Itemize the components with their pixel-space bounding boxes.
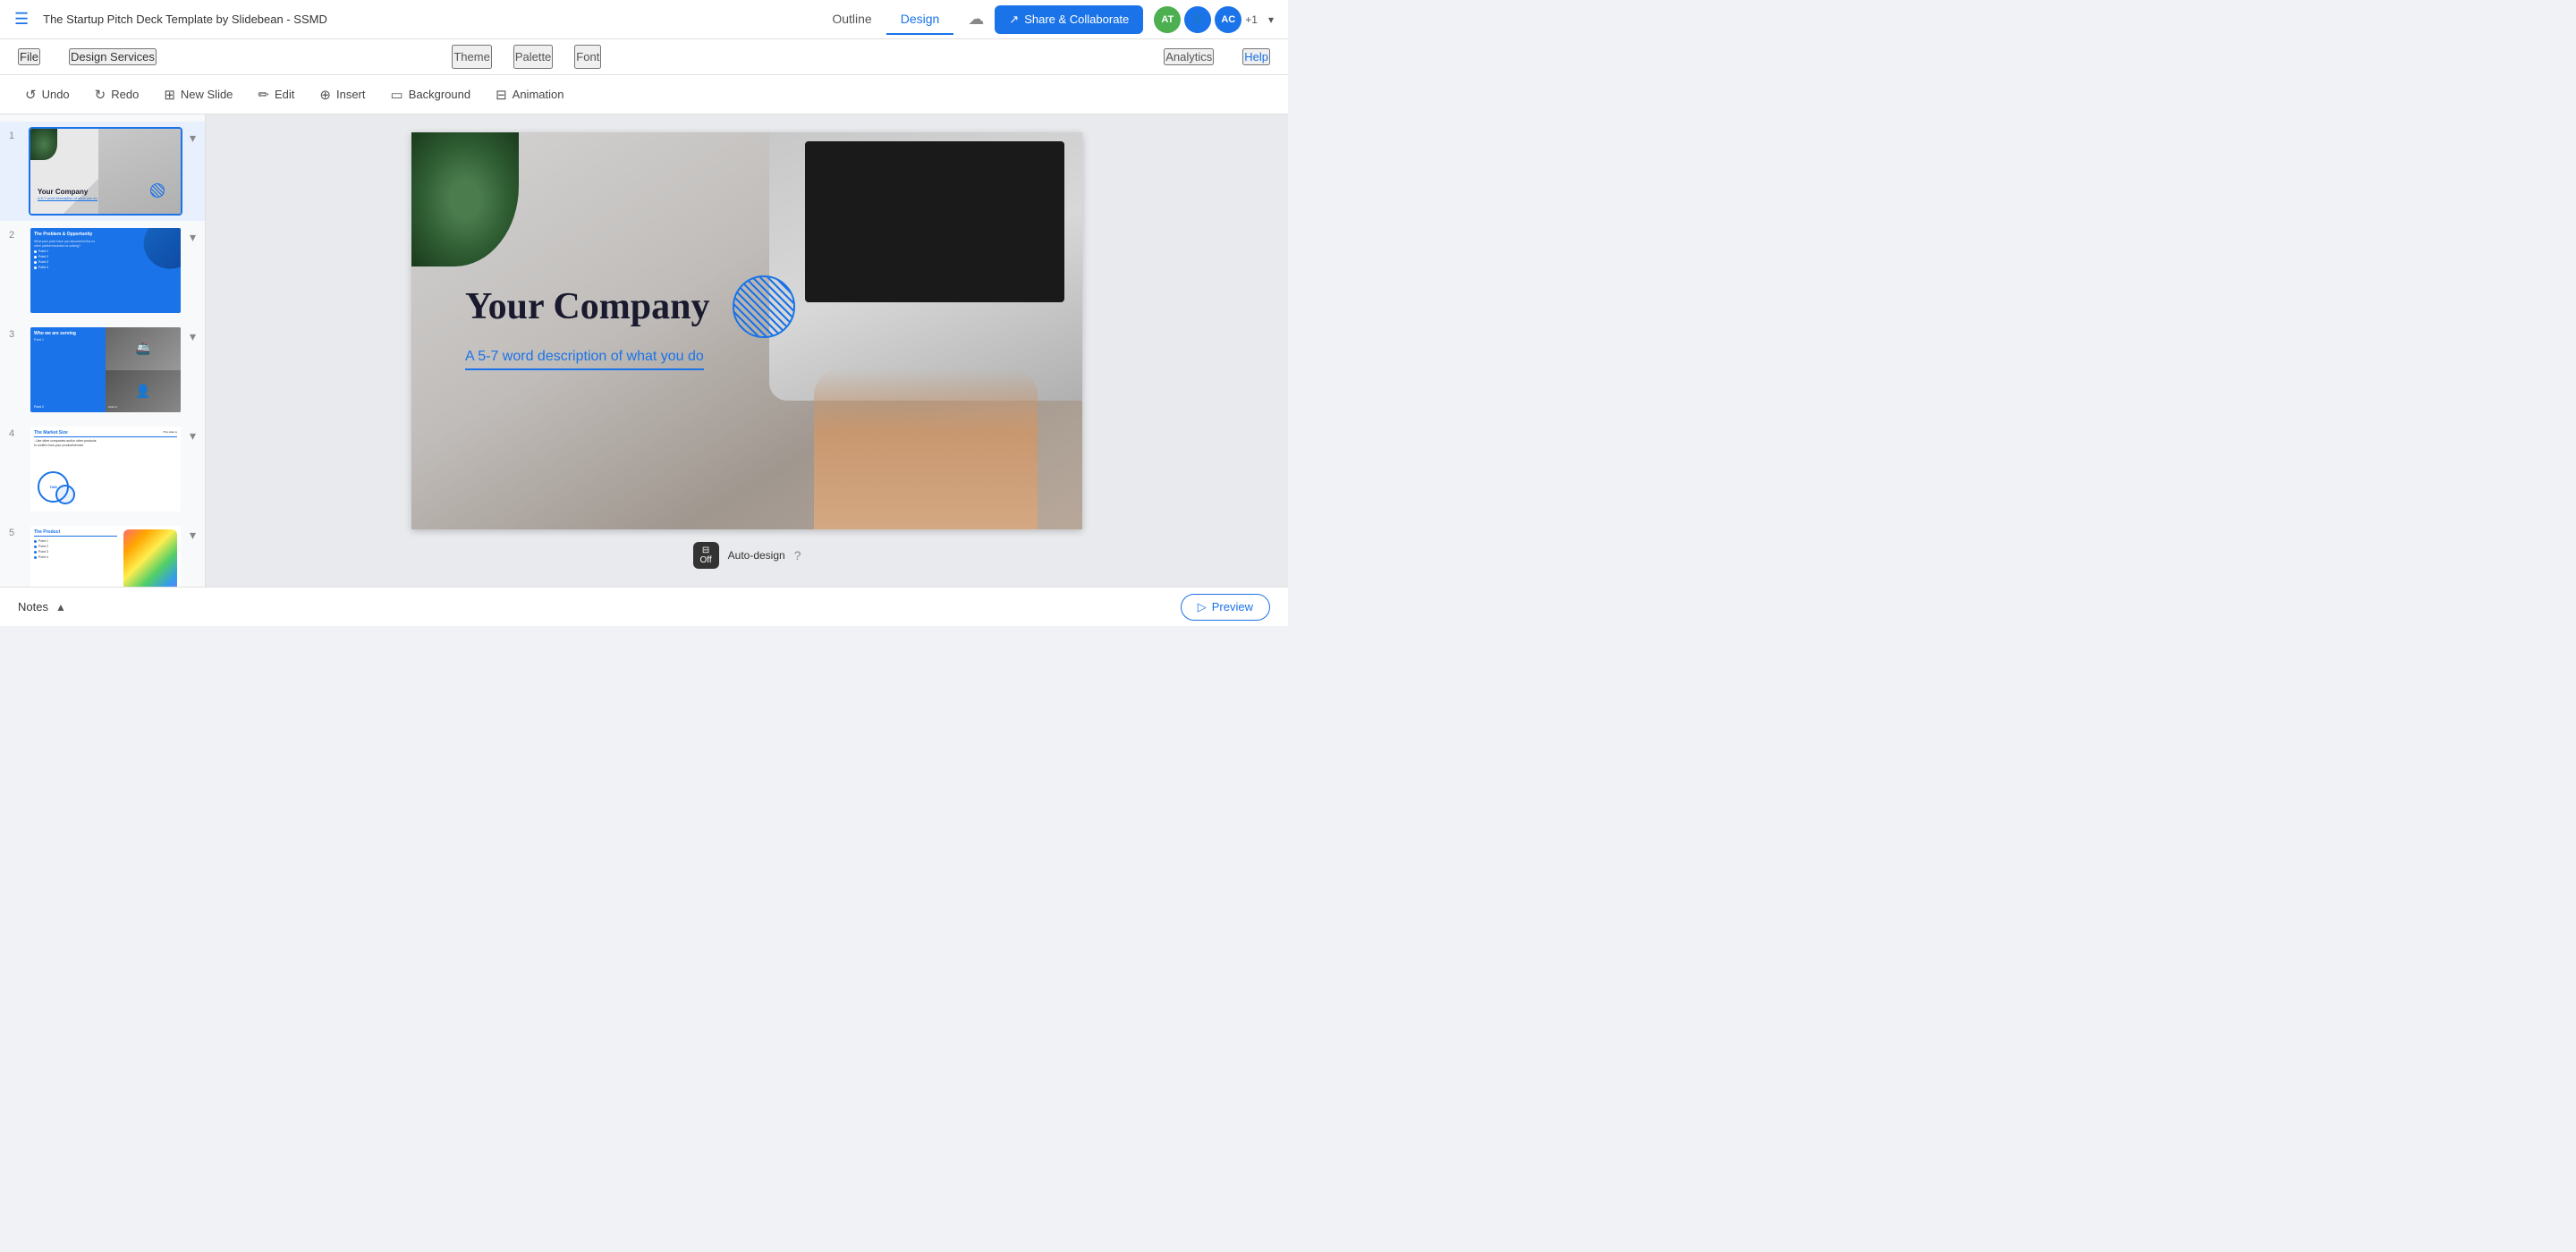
slide-num-2: 2: [9, 230, 21, 241]
redo-button[interactable]: ↻ Redo: [84, 81, 150, 108]
share-icon: ↗: [1009, 13, 1019, 27]
insert-button[interactable]: ⊕ Insert: [309, 81, 376, 108]
insert-icon: ⊕: [319, 87, 331, 103]
slide-num-1: 1: [9, 131, 21, 141]
background-icon: ▭: [391, 87, 403, 103]
background-label: Background: [409, 88, 470, 101]
slide-thumb-2[interactable]: The Problem & Opportunity What pain poin…: [29, 226, 182, 315]
design-services-menu[interactable]: Design Services: [69, 48, 157, 65]
notes-section: Notes ▲: [18, 600, 66, 613]
undo-icon: ↺: [25, 87, 37, 103]
preview-label: Preview: [1212, 600, 1253, 613]
top-right-area: ☁ ↗ Share & Collaborate AT 👤 AC +1 ▾: [968, 5, 1274, 34]
slide-expand-icon-4[interactable]: ▾: [190, 428, 196, 444]
design-tab[interactable]: Design: [886, 4, 954, 35]
avatar-group: AT 👤 AC +1: [1154, 6, 1258, 33]
avatar-ac[interactable]: AC: [1215, 6, 1241, 33]
auto-design-off-label: Off: [700, 555, 712, 565]
second-bar: File Design Services Theme Palette Font …: [0, 39, 1288, 75]
canvas-area: Your Company A 5-7 word description of w…: [206, 114, 1288, 587]
help-button[interactable]: Help: [1242, 48, 1270, 65]
edit-label: Edit: [275, 88, 294, 101]
canvas-company-circle-decoration: [733, 275, 795, 338]
animation-button[interactable]: ⊟ Animation: [485, 81, 574, 108]
canvas-company-title[interactable]: Your Company: [465, 286, 709, 327]
slide-item-2[interactable]: 2 The Problem & Opportunity What pain po…: [0, 221, 205, 320]
new-slide-button[interactable]: ⊞ New Slide: [153, 81, 243, 108]
avatar-at[interactable]: AT: [1154, 6, 1181, 33]
slide-expand-icon-2[interactable]: ▾: [190, 230, 196, 245]
slide-item-4[interactable]: 4 The Market Size - Use other companies …: [0, 419, 205, 519]
theme-tab[interactable]: Theme: [452, 45, 491, 69]
animation-label: Animation: [513, 88, 564, 101]
slide-thumb-4[interactable]: The Market Size - Use other companies an…: [29, 425, 182, 513]
cloud-icon[interactable]: ☁: [968, 10, 984, 29]
preview-play-icon: ▷: [1198, 600, 1207, 614]
notes-chevron-icon[interactable]: ▲: [55, 601, 66, 613]
undo-label: Undo: [42, 88, 70, 101]
avatar-count: +1: [1245, 13, 1258, 26]
top-bar: ☰ The Startup Pitch Deck Template by Sli…: [0, 0, 1288, 39]
canvas-hands-decoration: [814, 368, 1038, 529]
outline-tab[interactable]: Outline: [818, 4, 886, 35]
top-nav: Outline Design: [818, 4, 953, 35]
slide-expand-icon-1[interactable]: ▾: [190, 131, 196, 146]
chevron-down-icon[interactable]: ▾: [1268, 13, 1274, 26]
main-layout: 1 Your Company A 5-7 word description of…: [0, 114, 1288, 587]
edit-button[interactable]: ✏ Edit: [247, 81, 305, 108]
toolbar: ↺ Undo ↻ Redo ⊞ New Slide ✏ Edit ⊕ Inser…: [0, 75, 1288, 114]
canvas-text-area[interactable]: Your Company A 5-7 word description of w…: [465, 275, 795, 370]
insert-label: Insert: [336, 88, 366, 101]
slide-expand-icon-3[interactable]: ▾: [190, 329, 196, 344]
redo-icon: ↻: [95, 87, 106, 103]
hamburger-icon[interactable]: ☰: [14, 10, 29, 29]
slides-panel: 1 Your Company A 5-7 word description of…: [0, 114, 206, 587]
canvas-laptop-decoration: [769, 132, 1082, 401]
share-label: Share & Collaborate: [1024, 13, 1129, 26]
preview-button[interactable]: ▷ Preview: [1181, 594, 1270, 621]
slide-item-3[interactable]: 3 Who we are serving Point 1 🚢 Point 2 👤: [0, 320, 205, 419]
slide-expand-icon-5[interactable]: ▾: [190, 528, 196, 543]
slide-item-1[interactable]: 1 Your Company A 5-7 word description of…: [0, 122, 205, 221]
undo-button[interactable]: ↺ Undo: [14, 81, 80, 108]
canvas-laptop-screen: [805, 141, 1064, 302]
design-tabs: Theme Palette Font: [452, 45, 601, 69]
app-title: The Startup Pitch Deck Template by Slide…: [43, 13, 803, 26]
auto-design-help-icon[interactable]: ?: [794, 548, 801, 563]
auto-design-toggle[interactable]: ⊟ Off: [693, 542, 719, 569]
slide-item-5[interactable]: 5 The Product Point 1 Point 2 Point 3 Po…: [0, 519, 205, 587]
analytics-button[interactable]: Analytics: [1164, 48, 1214, 65]
edit-icon: ✏: [258, 87, 269, 103]
slide-thumb-3[interactable]: Who we are serving Point 1 🚢 Point 2 👤 P…: [29, 326, 182, 414]
palette-tab[interactable]: Palette: [513, 45, 553, 69]
slide-num-5: 5: [9, 528, 21, 538]
slide-thumb-5[interactable]: The Product Point 1 Point 2 Point 3 Poin…: [29, 524, 182, 587]
notes-label: Notes: [18, 600, 48, 613]
background-button[interactable]: ▭ Background: [380, 81, 482, 108]
new-slide-icon: ⊞: [164, 87, 175, 103]
auto-design-toggle-icon: ⊟: [702, 546, 709, 555]
file-menu[interactable]: File: [18, 48, 40, 65]
slide-thumb-1[interactable]: Your Company A 5-7 word description of w…: [29, 127, 182, 216]
animation-icon: ⊟: [496, 87, 507, 103]
canvas-company-subtitle[interactable]: A 5-7 word description of what you do: [465, 349, 704, 370]
new-slide-label: New Slide: [181, 88, 233, 101]
avatar-photo: 👤: [1184, 6, 1211, 33]
font-tab[interactable]: Font: [574, 45, 601, 69]
slide-num-4: 4: [9, 428, 21, 439]
bottom-bar: Notes ▲ ▷ Preview: [0, 587, 1288, 626]
share-collaborate-button[interactable]: ↗ Share & Collaborate: [995, 5, 1143, 34]
redo-label: Redo: [111, 88, 139, 101]
auto-design-label[interactable]: Auto-design: [728, 549, 785, 562]
slide-num-3: 3: [9, 329, 21, 340]
slide-canvas[interactable]: Your Company A 5-7 word description of w…: [411, 132, 1082, 529]
auto-design-bar: ⊟ Off Auto-design ?: [693, 542, 801, 569]
